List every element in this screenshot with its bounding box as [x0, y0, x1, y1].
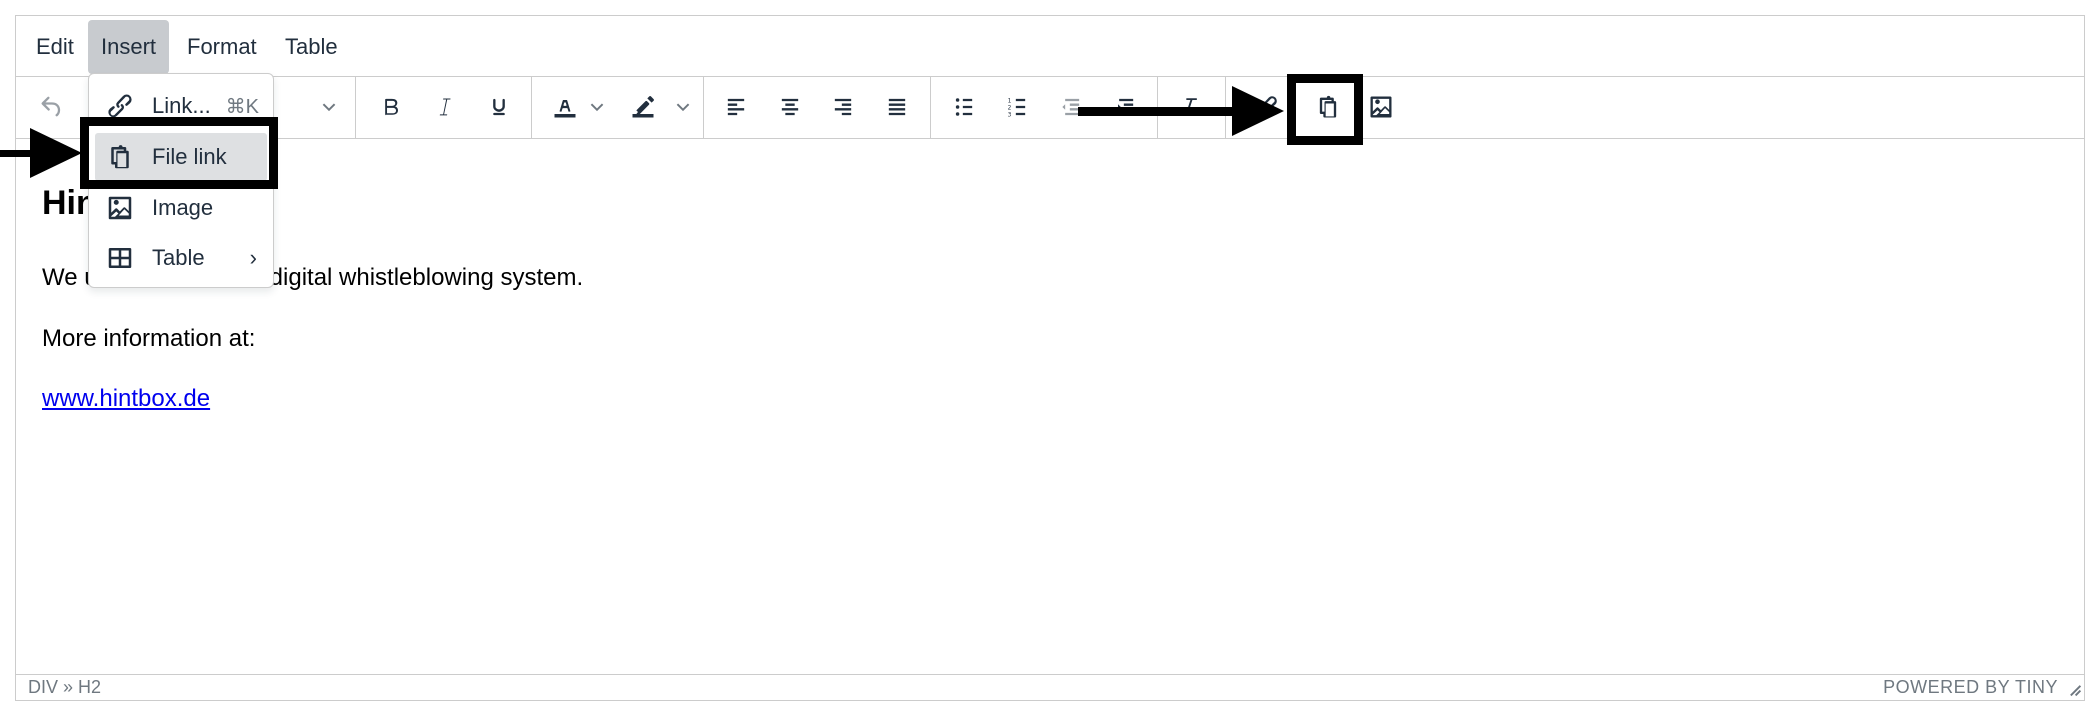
powered-by-tiny[interactable]: POWERED BY TINY [1883, 677, 2058, 698]
svg-text:2: 2 [1008, 105, 1012, 111]
bold-icon [385, 98, 398, 116]
text-color-button[interactable] [544, 86, 586, 128]
highlight-color-dropdown[interactable] [672, 86, 694, 128]
align-left-icon [727, 98, 745, 116]
underline-button[interactable] [478, 86, 520, 128]
chevron-down-icon [322, 103, 336, 112]
statusbar: DIV » H2 POWERED BY TINY [16, 674, 2084, 701]
menu-format[interactable]: Format [174, 20, 270, 74]
annotation-arrow-head [30, 128, 82, 178]
chevron-down-icon [676, 103, 690, 112]
svg-text:3: 3 [1008, 112, 1012, 118]
bullet-list-button[interactable] [943, 86, 985, 128]
bullet-list-icon [955, 98, 973, 116]
text-color-dropdown[interactable] [586, 86, 608, 128]
undo-button[interactable] [31, 86, 73, 128]
numbered-list-icon: 123 [1008, 98, 1026, 118]
shortcut-label: ⌘K [225, 95, 259, 118]
chevron-right-icon: › [249, 245, 257, 270]
toolbar-separator [703, 77, 704, 138]
menu-item-image[interactable]: Image [95, 184, 267, 232]
menu-table[interactable]: Table [272, 20, 351, 74]
numbered-list-button[interactable]: 123 [996, 86, 1038, 128]
annotation-arrow-shaft [0, 150, 34, 157]
italic-icon [439, 98, 451, 116]
image-icon [105, 193, 135, 223]
toolbar-separator [531, 77, 532, 138]
annotation-arrow-shaft [1078, 107, 1238, 116]
element-path[interactable]: DIV » H2 [28, 677, 101, 698]
toolbar-separator [355, 77, 356, 138]
italic-button[interactable] [424, 86, 466, 128]
highlight-color-button[interactable] [622, 86, 664, 128]
annotation-box-file-link-button [1287, 74, 1363, 145]
align-center-button[interactable] [769, 86, 811, 128]
undo-icon [41, 96, 61, 117]
toolbar-separator [930, 77, 931, 138]
editor-content[interactable]: Hintbox We use Hintbox as a digital whis… [16, 139, 2084, 674]
annotation-arrow-head [1232, 86, 1284, 136]
image-button[interactable] [1360, 86, 1402, 128]
align-right-button[interactable] [822, 86, 864, 128]
text-color-icon [554, 100, 576, 118]
toolbar: 123 [16, 77, 2084, 139]
table-icon [105, 243, 135, 273]
menu-item-label: Link... [152, 93, 211, 118]
resize-handle-icon[interactable] [2066, 681, 2082, 697]
annotation-box-file-link [80, 117, 278, 189]
menubar: Edit Insert Format Table [16, 16, 2084, 77]
align-justify-button[interactable] [876, 86, 918, 128]
align-right-icon [834, 98, 852, 116]
menu-insert[interactable]: Insert [88, 20, 170, 74]
image-icon [1370, 96, 1392, 118]
align-justify-icon [888, 98, 906, 116]
svg-text:1: 1 [1008, 98, 1012, 104]
bold-button[interactable] [370, 86, 412, 128]
content-paragraph-2: More information at: [42, 325, 256, 352]
content-link[interactable]: www.hintbox.de [42, 385, 210, 412]
align-left-button[interactable] [715, 86, 757, 128]
underline-icon [493, 98, 505, 116]
menu-item-table[interactable]: Table › [95, 234, 267, 282]
menu-item-label: Table [152, 245, 205, 270]
menu-edit[interactable]: Edit [23, 20, 87, 74]
highlighter-icon [632, 96, 654, 118]
chevron-down-icon [590, 103, 604, 112]
menu-item-label: Image [152, 195, 214, 220]
tinymce-editor: Edit Insert Format Table 1 2 3 We use Hi… [15, 15, 2085, 701]
block-format-dropdown[interactable] [318, 86, 340, 128]
align-center-icon [781, 98, 799, 116]
